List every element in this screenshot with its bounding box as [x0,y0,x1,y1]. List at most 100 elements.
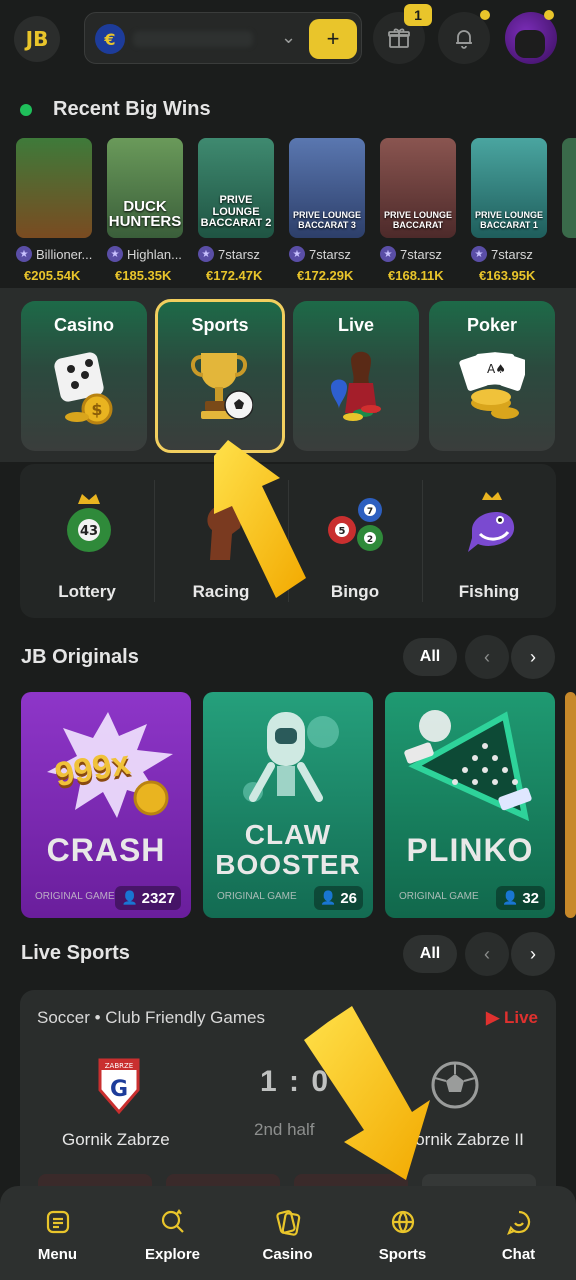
winner-user: ★ Billioner... [16,246,92,262]
live-indicator [20,104,32,116]
category-live[interactable]: Live [293,301,419,451]
win-card[interactable]: PRIVE LOUNGE BACCARAT 3 ★ 7starsz €172.29… [289,138,365,283]
gift-icon [388,28,410,48]
trophy-icon [191,353,253,420]
originals-prev-button[interactable]: ‹ [465,635,509,679]
home-team-crest: ZABRZE G [98,1058,140,1115]
chevron-down-icon[interactable]: ⌄ [281,27,296,48]
plinko-board-art [404,710,532,822]
nav-label: Menu [37,1246,78,1263]
game-thumbnail[interactable]: PRIVE LOUNGE BACCARAT 3 [289,138,365,238]
nav-sports[interactable]: Sports [345,1186,460,1280]
wallet-selector[interactable]: € ⌄ + [84,12,362,64]
category-fishing[interactable]: Fishing [422,464,556,618]
vip-star-icon: ★ [16,246,32,262]
category-poker[interactable]: Poker A♠ [429,301,555,451]
category-label: Sports [191,315,249,335]
originals-all-button[interactable]: All [403,638,457,676]
notification-dot [480,10,490,20]
nav-label: Casino [262,1246,313,1263]
category-label: Live [337,315,375,335]
live-sports-prev-button[interactable]: ‹ [465,932,509,976]
category-label: Fishing [458,582,520,601]
win-amount: €172.29K [297,268,354,283]
avatar-status-dot [544,10,554,20]
winner-user: ★ 7starsz [471,246,547,262]
player-count: 👤 32 [496,886,545,910]
svg-text:G: G [110,1077,128,1102]
game-thumbnail[interactable] [16,138,92,238]
win-card[interactable]: PRIVE LOUNGE BACCARAT 2 ★ 7starsz €172.47… [198,138,274,283]
nav-casino[interactable]: Casino [230,1186,345,1280]
svg-text:5: 5 [339,526,346,537]
deposit-button[interactable]: + [309,19,357,59]
svg-text:2: 2 [367,535,373,545]
game-thumbnail[interactable]: PRIVE LOUNGE BACCARAT 2 [198,138,274,238]
nav-label: Chat [501,1246,536,1263]
win-amount: €163.95K [479,268,536,283]
top-bar: JB € ⌄ + 1 [0,0,576,78]
recent-wins-list[interactable]: ★ Billioner... €205.54K DUCK HUNTERS ★ Hig… [0,138,576,288]
game-thumbnail[interactable] [562,138,576,238]
win-card-partial[interactable] [562,138,576,238]
win-card[interactable]: ★ Billioner... €205.54K [16,138,92,283]
game-card-partial[interactable] [565,692,576,918]
winner-user: ★ 7starsz [380,246,456,262]
category-lottery[interactable]: 43 Lottery [20,464,154,618]
nav-explore[interactable]: Explore [115,1186,230,1280]
nav-chat[interactable]: Chat [461,1186,576,1280]
casino-icon [275,1210,300,1236]
game-title: PRIVE LOUNGE BACCARAT [383,210,452,230]
user-icon: 👤 [320,890,337,905]
game-thumbnail[interactable]: DUCK HUNTERS [107,138,183,238]
category-sports[interactable]: Sports [155,299,285,453]
chat-icon [506,1210,530,1235]
shark-icon [468,492,515,552]
winner-name: 7starsz [400,246,442,262]
live-sports-all-button[interactable]: All [403,935,457,973]
game-card-claw-booster[interactable]: CLAW BOOSTER ORIGINAL GAME 👤 26 [203,692,373,918]
game-subtitle: ORIGINAL GAME [217,891,297,902]
jb-logo[interactable]: JB [14,16,60,62]
hidden-balance [133,31,253,47]
vip-star-icon: ★ [107,246,123,262]
sports-icon [391,1210,414,1234]
category-casino[interactable]: Casino $ [21,301,147,451]
winner-name: Highlan... [127,246,182,262]
category-label: Casino [53,315,114,335]
winner-user: ★ Highlan... [107,246,183,262]
category-label: Racing [192,582,250,601]
game-thumbnail[interactable]: PRIVE LOUNGE BACCARAT [380,138,456,238]
nav-label: Explore [144,1246,201,1263]
notifications-button[interactable] [438,12,490,64]
menu-icon [46,1210,69,1234]
win-amount: €205.54K [24,268,81,283]
horse-icon [207,497,242,560]
nav-menu[interactable]: Menu [0,1186,115,1280]
gift-count-badge: 1 [404,4,432,26]
game-card-crash[interactable]: 999x CRASH ORIGINAL GAME 👤 2327 [21,692,191,918]
win-card[interactable]: DUCK HUNTERS ★ Highlan... €185.35K [107,138,183,283]
game-subtitle: ORIGINAL GAME [399,891,479,902]
game-title: DUCK HUNTERS [108,197,182,231]
vip-star-icon: ★ [471,246,487,262]
category-bingo[interactable]: 7 5 2 Bingo [288,464,422,618]
avatar-character [515,30,545,58]
live-sports-next-button[interactable]: › [511,932,555,976]
player-count-value: 26 [340,889,357,907]
game-thumbnail[interactable]: PRIVE LOUNGE BACCARAT 1 [471,138,547,238]
game-card-plinko[interactable]: PLINKO ORIGINAL GAME 👤 32 [385,692,555,918]
app-page: JB € ⌄ + 1 Recent Big Wins ★ Billioner..… [0,0,576,1280]
win-card[interactable]: PRIVE LOUNGE BACCARAT ★ 7starsz €168.11K [380,138,456,283]
vip-star-icon: ★ [198,246,214,262]
live-dealer-icon [331,351,381,421]
crest-text: ZABRZE [105,1062,133,1070]
category-racing[interactable]: Racing [154,464,288,618]
live-badge: ▶ Live [486,1008,538,1027]
player-count-value: 32 [522,889,539,907]
originals-next-button[interactable]: › [511,635,555,679]
win-card[interactable]: PRIVE LOUNGE BACCARAT 1 ★ 7starsz €163.95… [471,138,547,283]
game-subtitle: ORIGINAL GAME [35,891,115,902]
svg-text:A♠: A♠ [487,362,506,376]
game-title: PLINKO [406,832,534,868]
